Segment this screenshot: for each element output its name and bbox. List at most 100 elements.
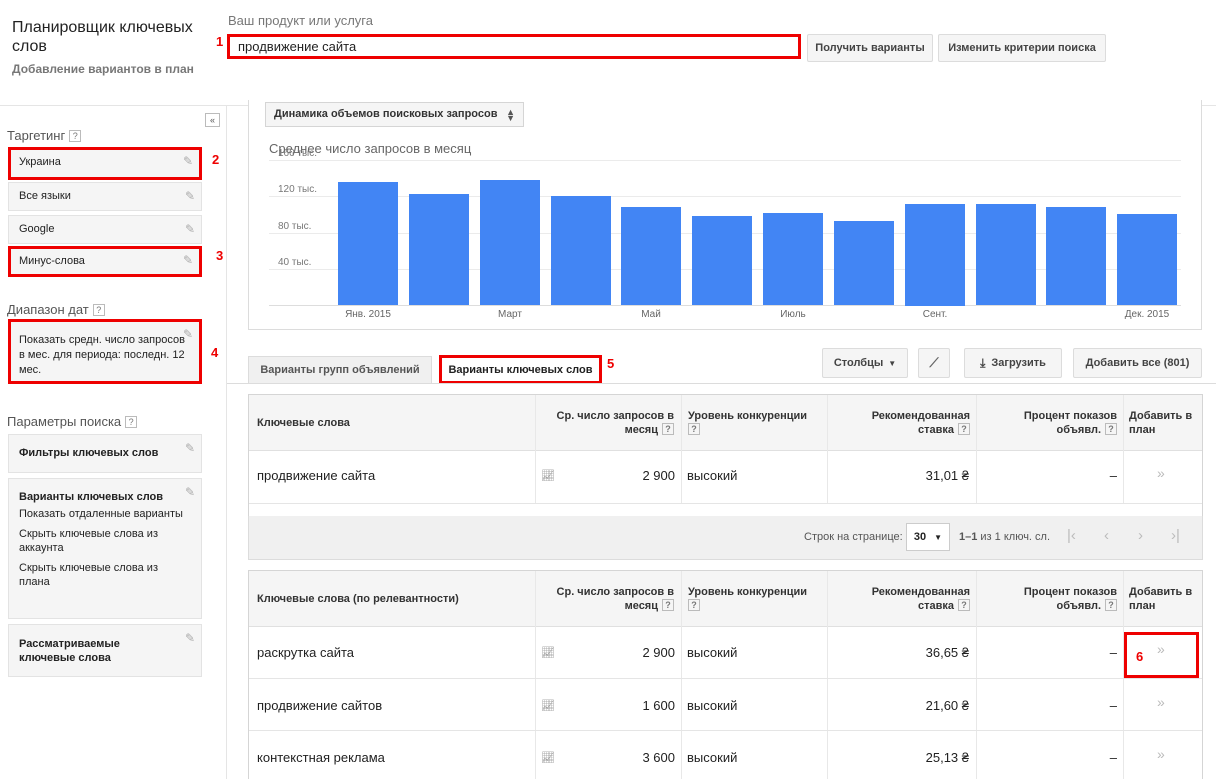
keyword-option: Скрыть ключевые слова из плана xyxy=(19,562,158,588)
chart-type-select[interactable]: Динамика объемов поисковых запросов ▲ ▼ xyxy=(265,102,524,127)
help-icon[interactable]: ? xyxy=(69,130,82,142)
chart-bar[interactable] xyxy=(621,207,681,305)
collapse-sidebar-button[interactable]: « xyxy=(205,113,220,127)
first-page-icon[interactable]: |‹ xyxy=(1067,527,1076,544)
column-competition[interactable]: Уровень конкуренции? xyxy=(688,585,818,613)
help-icon[interactable]: ? xyxy=(1105,599,1117,611)
annotation-4: 4 xyxy=(211,345,219,360)
next-page-icon[interactable]: › xyxy=(1138,527,1143,544)
chart-bar[interactable] xyxy=(692,216,752,305)
trend-chart-icon[interactable]: 📈︎ xyxy=(541,469,555,482)
pencil-icon[interactable]: ✎ xyxy=(183,327,193,341)
help-icon[interactable]: ? xyxy=(688,423,700,435)
targeting-location[interactable]: Украина ✎ xyxy=(8,147,202,180)
y-tick-label: 120 тыс. xyxy=(278,184,318,195)
add-to-plan-chevron-icon[interactable]: » xyxy=(1157,641,1165,657)
pencil-icon[interactable]: ✎ xyxy=(183,154,193,168)
pencil-icon[interactable]: ✎ xyxy=(183,253,193,267)
product-input[interactable] xyxy=(227,34,801,59)
targeting-title: Таргетинг? xyxy=(7,128,82,143)
competition-cell: высокий xyxy=(687,750,738,765)
pencil-icon[interactable]: ✎ xyxy=(185,485,195,499)
keyword-option: Скрыть ключевые слова из аккаунта xyxy=(19,528,158,554)
prev-page-icon[interactable]: ‹ xyxy=(1104,527,1109,544)
x-tick-label: Март xyxy=(498,309,522,320)
rows-per-page-select[interactable]: 30 ▼ xyxy=(906,523,950,551)
searched-keywords-table: Ключевые слова Ср. число запросов в меся… xyxy=(248,394,1203,517)
targeting-language[interactable]: Все языки ✎ xyxy=(8,182,202,211)
add-to-plan-chevron-icon[interactable]: » xyxy=(1157,465,1165,481)
add-all-button[interactable]: Добавить все (801) xyxy=(1073,348,1202,378)
targeting-network[interactable]: Google ✎ xyxy=(8,215,202,244)
sidebar-divider xyxy=(226,106,227,779)
chart-baseline xyxy=(269,305,1181,306)
help-icon[interactable]: ? xyxy=(958,599,970,611)
column-add: Добавить в план xyxy=(1129,586,1193,612)
pencil-icon[interactable]: ✎ xyxy=(185,631,195,645)
chart-toggle-button[interactable]: ⟋ xyxy=(918,348,950,378)
column-searches[interactable]: Ср. число запросов в месяц? xyxy=(534,585,674,613)
column-bid[interactable]: Рекомендованная ставка? xyxy=(840,409,970,437)
chart-bar[interactable] xyxy=(905,204,965,306)
add-to-plan-chevron-icon[interactable]: » xyxy=(1157,694,1165,710)
app-title: Планировщик ключевых слов xyxy=(12,19,193,55)
chart-bar[interactable] xyxy=(834,221,894,305)
help-icon[interactable]: ? xyxy=(1105,423,1117,435)
tab-keyword-ideas[interactable]: Варианты ключевых слов xyxy=(439,355,602,384)
page-subtitle: Добавление вариантов в план xyxy=(12,62,194,76)
searches-cell: 2 900 xyxy=(642,645,675,660)
keyword-cell: раскрутка сайта xyxy=(257,645,355,660)
pencil-icon[interactable]: ✎ xyxy=(185,189,195,203)
column-bid[interactable]: Рекомендованная ставка? xyxy=(840,585,970,613)
pencil-icon[interactable]: ✎ xyxy=(185,441,195,455)
chart-bar[interactable] xyxy=(763,213,823,305)
help-icon[interactable]: ? xyxy=(662,423,674,435)
pencil-icon[interactable]: ✎ xyxy=(185,222,195,236)
get-ideas-button[interactable]: Получить варианты xyxy=(807,34,933,62)
chart-bar[interactable] xyxy=(551,196,611,305)
keyword-cell: продвижение сайта xyxy=(257,468,376,483)
chart-bar[interactable] xyxy=(976,204,1036,305)
date-range-box[interactable]: Показать средн. число запросов в мес. дл… xyxy=(8,319,202,384)
download-button[interactable]: ⤓ Загрузить xyxy=(964,348,1062,378)
trend-chart-icon[interactable]: 📈︎ xyxy=(541,646,555,659)
help-icon[interactable]: ? xyxy=(958,423,970,435)
keyword-filters[interactable]: Фильтры ключевых слов ✎ xyxy=(8,434,202,473)
competition-cell: высокий xyxy=(687,645,738,660)
help-icon[interactable]: ? xyxy=(662,599,674,611)
sort-arrows-icon-down: ▼ xyxy=(506,113,515,123)
targeting-negative-keywords[interactable]: Минус-слова ✎ xyxy=(8,246,202,277)
column-competition[interactable]: Уровень конкуренции? xyxy=(688,409,818,437)
last-page-icon[interactable]: ›| xyxy=(1171,527,1180,544)
trend-chart-icon[interactable]: 📈︎ xyxy=(541,699,555,712)
chart-bar[interactable] xyxy=(338,182,398,305)
help-icon[interactable]: ? xyxy=(92,304,105,316)
column-keyword[interactable]: Ключевые слова xyxy=(257,416,350,430)
modify-search-button[interactable]: Изменить критерии поиска xyxy=(938,34,1106,62)
chart-bar[interactable] xyxy=(480,180,540,305)
searches-cell: 2 900 xyxy=(642,468,675,483)
chart-bar[interactable] xyxy=(1046,207,1106,305)
column-keyword-relevance[interactable]: Ключевые слова (по релевантности) xyxy=(257,592,459,606)
x-tick-label: Дек. 2015 xyxy=(1124,309,1170,320)
chart-bar[interactable] xyxy=(409,194,469,305)
keyword-options[interactable]: Варианты ключевых слов Показать отдаленн… xyxy=(8,478,202,619)
help-icon[interactable]: ? xyxy=(688,599,700,611)
trend-chart-icon[interactable]: 📈︎ xyxy=(541,751,555,764)
column-impr-share[interactable]: Процент показов объявл.? xyxy=(1007,585,1117,613)
add-to-plan-chevron-icon[interactable]: » xyxy=(1157,746,1165,762)
columns-button[interactable]: Столбцы ▼ xyxy=(822,348,908,378)
chart-bar[interactable] xyxy=(1117,214,1177,305)
tabs-divider xyxy=(227,383,1216,384)
column-searches[interactable]: Ср. число запросов в месяц? xyxy=(534,409,674,437)
tab-ad-group-ideas[interactable]: Варианты групп объявлений xyxy=(248,356,432,383)
help-icon[interactable]: ? xyxy=(125,416,138,428)
pagination-bar: Строк на странице: 30 ▼ 1–1 из 1 ключ. сл… xyxy=(248,516,1203,560)
keyword-option: Показать отдаленные варианты xyxy=(19,508,183,520)
keyword-cell: продвижение сайтов xyxy=(257,698,383,713)
column-impr-share[interactable]: Процент показов объявл.? xyxy=(1007,409,1117,437)
bid-cell: 31,01 ₴ xyxy=(925,468,969,483)
y-tick-label: 40 тыс. xyxy=(278,257,312,268)
included-keywords[interactable]: Рассматриваемые ключевые слова ✎ xyxy=(8,624,202,677)
competition-cell: высокий xyxy=(687,468,738,483)
